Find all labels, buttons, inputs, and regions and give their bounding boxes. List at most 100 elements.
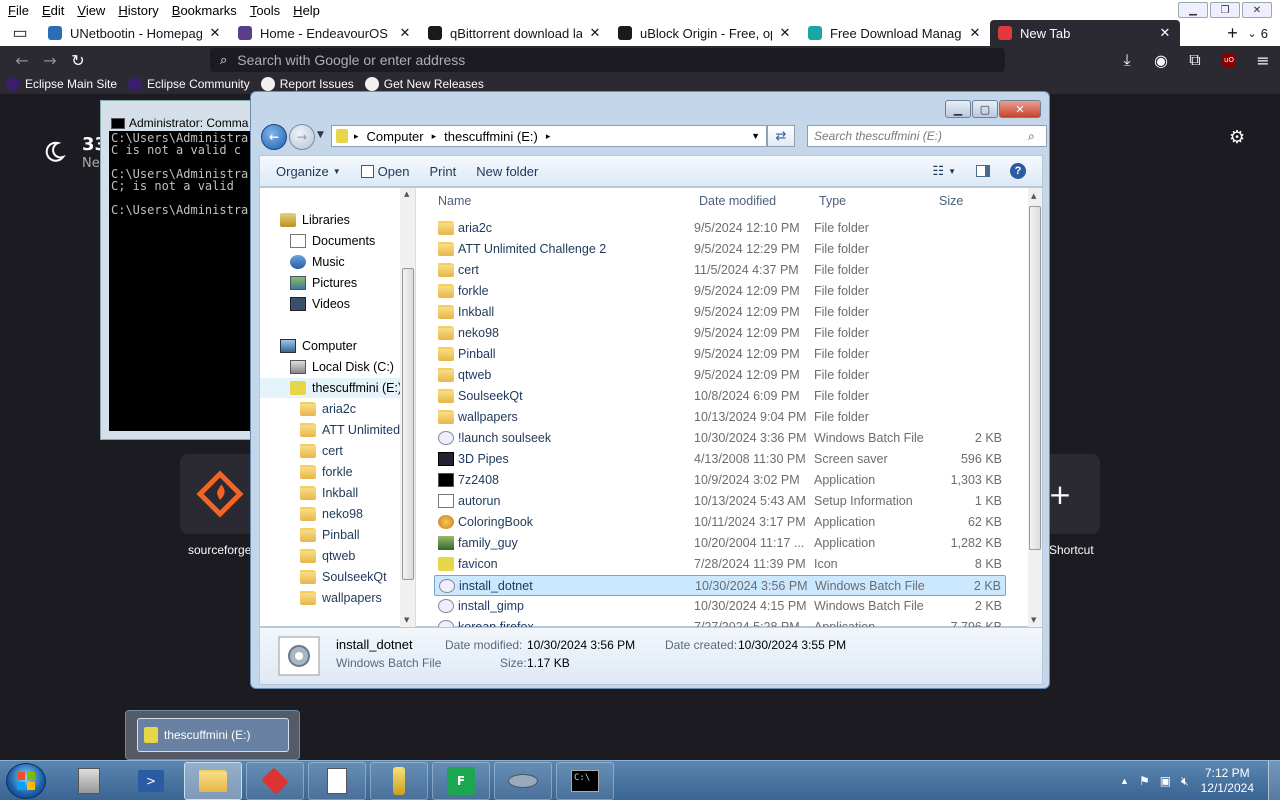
refresh-button[interactable]: ⇄ (767, 125, 795, 147)
nav-item[interactable]: forkle (300, 462, 353, 482)
url-bar[interactable]: ⌕ (210, 48, 1005, 72)
menu-tools[interactable]: Tools (242, 3, 285, 18)
file-list-scrollbar-thumb[interactable] (1029, 206, 1041, 550)
nav-item[interactable]: Pinball (300, 525, 360, 545)
taskbar-powershell[interactable]: > (122, 762, 180, 800)
file-row[interactable]: aria2c 9/5/2024 12:10 PM File folder (434, 218, 1006, 239)
help-button[interactable]: ? (1000, 159, 1036, 183)
explorer-minimize-button[interactable]: ▁ (945, 100, 971, 118)
nav-item[interactable]: neko98 (300, 504, 363, 524)
breadcrumb-drive[interactable]: thescuffmini (E:) (444, 129, 538, 144)
explorer-maximize-button[interactable]: ▢ (972, 100, 998, 118)
extensions-icon[interactable]: ⧉ (1178, 46, 1212, 74)
new-folder-button[interactable]: New folder (466, 159, 548, 183)
show-hidden-icons-icon[interactable]: ▲ (1120, 776, 1129, 786)
browser-tab[interactable]: Free Download Manager ✕ (800, 20, 990, 46)
list-all-tabs-icon[interactable]: ▭ (0, 19, 40, 47)
shortcut-tile-sourceforge[interactable] (180, 454, 260, 534)
taskbar-explorer[interactable] (184, 762, 242, 800)
nav-item[interactable]: Local Disk (C:) (290, 357, 394, 377)
browser-tab[interactable]: qBittorrent download late ✕ (420, 20, 610, 46)
file-row[interactable]: ColoringBook 10/11/2024 3:17 PM Applicatio… (434, 512, 1006, 533)
nav-item[interactable]: Libraries (280, 210, 350, 230)
browser-tab[interactable]: uBlock Origin - Free, ope ✕ (610, 20, 800, 46)
close-icon[interactable]: ✕ (208, 25, 222, 41)
file-row[interactable]: install_gimp 10/30/2024 4:15 PM Windows Ba… (434, 596, 1006, 617)
bookmark-item[interactable]: Report Issues (255, 77, 359, 91)
change-view-button[interactable]: ☷ ▼ (922, 159, 966, 183)
file-row[interactable]: autorun 10/13/2024 5:43 AM Setup Informati… (434, 491, 1006, 512)
menu-view[interactable]: View (69, 3, 110, 18)
nav-scrollbar[interactable]: ▲ ▼ (400, 188, 415, 628)
account-icon[interactable]: ◉ (1144, 46, 1178, 74)
tab-overflow-button[interactable]: ⌄ 6 (1248, 26, 1280, 41)
browser-tab[interactable]: UNetbootin - Homepage ✕ (40, 20, 230, 46)
menu-bookmarks[interactable]: Bookmarks (164, 3, 242, 18)
search-box[interactable]: ⌕ (807, 125, 1047, 147)
action-center-flag-icon[interactable]: ⚑ (1139, 774, 1150, 788)
menu-history[interactable]: History (110, 3, 163, 18)
menu-edit[interactable]: Edit (34, 3, 69, 18)
reload-icon[interactable]: ↻ (64, 46, 92, 74)
address-dropdown-icon[interactable]: ▼ (751, 131, 760, 141)
nav-item[interactable]: Inkball (300, 483, 358, 503)
file-row[interactable]: 7z2408 10/9/2024 3:02 PM Application 1,303 … (434, 470, 1006, 491)
file-list-scrollbar[interactable]: ▲ ▼ (1028, 188, 1042, 628)
new-tab-icon[interactable]: + (1218, 19, 1248, 47)
column-header-size[interactable]: Size (939, 194, 963, 208)
taskbar-installer[interactable] (370, 762, 428, 800)
clock[interactable]: 7:12 PM 12/1/2024 (1201, 766, 1254, 796)
recent-pages-chevron-icon[interactable]: ▼ (317, 130, 324, 140)
close-icon[interactable]: ✕ (968, 25, 982, 41)
network-tray-icon[interactable]: ▣ (1160, 774, 1171, 788)
file-row[interactable]: Inkball 9/5/2024 12:09 PM File folder (434, 302, 1006, 323)
nav-item[interactable]: aria2c (300, 399, 356, 419)
nav-item[interactable]: Music (290, 252, 345, 272)
command-prompt-window[interactable]: Administrator: Comma C:\Users\Administra… (100, 100, 256, 440)
volume-muted-icon[interactable]: 🔇︎ (1181, 774, 1189, 789)
file-row[interactable]: Pinball 9/5/2024 12:09 PM File folder (434, 344, 1006, 365)
cmd-titlebar[interactable]: Administrator: Comma (101, 101, 255, 135)
file-row[interactable]: qtweb 9/5/2024 12:09 PM File folder (434, 365, 1006, 386)
nav-item[interactable]: Pictures (290, 273, 357, 293)
taskbar-notepad[interactable] (308, 762, 366, 800)
restore-button[interactable]: ❐ (1210, 2, 1240, 18)
file-row[interactable]: wallpapers 10/13/2024 9:04 PM File folder (434, 407, 1006, 428)
organize-button[interactable]: Organize ▼ (266, 159, 351, 183)
file-row[interactable]: neko98 9/5/2024 12:09 PM File folder (434, 323, 1006, 344)
nav-item[interactable]: wallpapers (300, 588, 382, 608)
gear-icon[interactable]: ⚙ (1229, 127, 1245, 148)
file-row[interactable]: cert 11/5/2024 4:37 PM File folder (434, 260, 1006, 281)
taskbar-download-manager[interactable]: F (432, 762, 490, 800)
open-button[interactable]: Open (351, 159, 420, 183)
cmd-console-output[interactable]: C:\Users\Administra C is not a valid c C… (109, 131, 255, 431)
nav-item[interactable]: SoulseekQt (300, 567, 387, 587)
nav-item[interactable]: Computer (280, 336, 357, 356)
search-input[interactable] (814, 129, 1024, 143)
back-button[interactable]: ← (261, 124, 287, 150)
url-input[interactable] (237, 52, 978, 68)
start-button[interactable] (6, 763, 46, 799)
forward-button[interactable]: → (289, 124, 315, 150)
file-row[interactable]: 3D Pipes 4/13/2008 11:30 PM Screen saver 59… (434, 449, 1006, 470)
ublock-icon[interactable]: uO (1212, 46, 1246, 74)
column-header-name[interactable]: Name (438, 194, 471, 208)
file-row[interactable]: SoulseekQt 10/8/2024 6:09 PM File folder (434, 386, 1006, 407)
bookmark-item[interactable]: Get New Releases (359, 77, 489, 91)
close-icon[interactable]: ✕ (1158, 25, 1172, 41)
file-row[interactable]: ATT Unlimited Challenge 2 9/5/2024 12:29 … (434, 239, 1006, 260)
file-row[interactable]: family_guy 10/20/2004 11:17 ... Applicatio… (434, 533, 1006, 554)
close-icon[interactable]: ✕ (778, 25, 792, 41)
menu-help[interactable]: Help (285, 3, 325, 18)
browser-tab[interactable]: New Tab ✕ (990, 20, 1180, 46)
address-bar[interactable]: ▸ Computer ▸ thescuffmini (E:) ▸ ▼ (331, 125, 767, 147)
column-header-date[interactable]: Date modified (699, 194, 776, 208)
file-row[interactable]: forkle 9/5/2024 12:09 PM File folder (434, 281, 1006, 302)
browser-tab[interactable]: Home - EndeavourOS ✕ (230, 20, 420, 46)
bookmark-item[interactable]: Eclipse Community (122, 77, 255, 91)
nav-item[interactable]: ATT Unlimited (300, 420, 400, 440)
taskbar-network-tool[interactable] (494, 762, 552, 800)
file-row[interactable]: favicon 7/28/2024 11:39 PM Icon 8 KB (434, 554, 1006, 575)
breadcrumb-computer[interactable]: Computer (367, 129, 424, 144)
close-icon[interactable]: ✕ (588, 25, 602, 41)
